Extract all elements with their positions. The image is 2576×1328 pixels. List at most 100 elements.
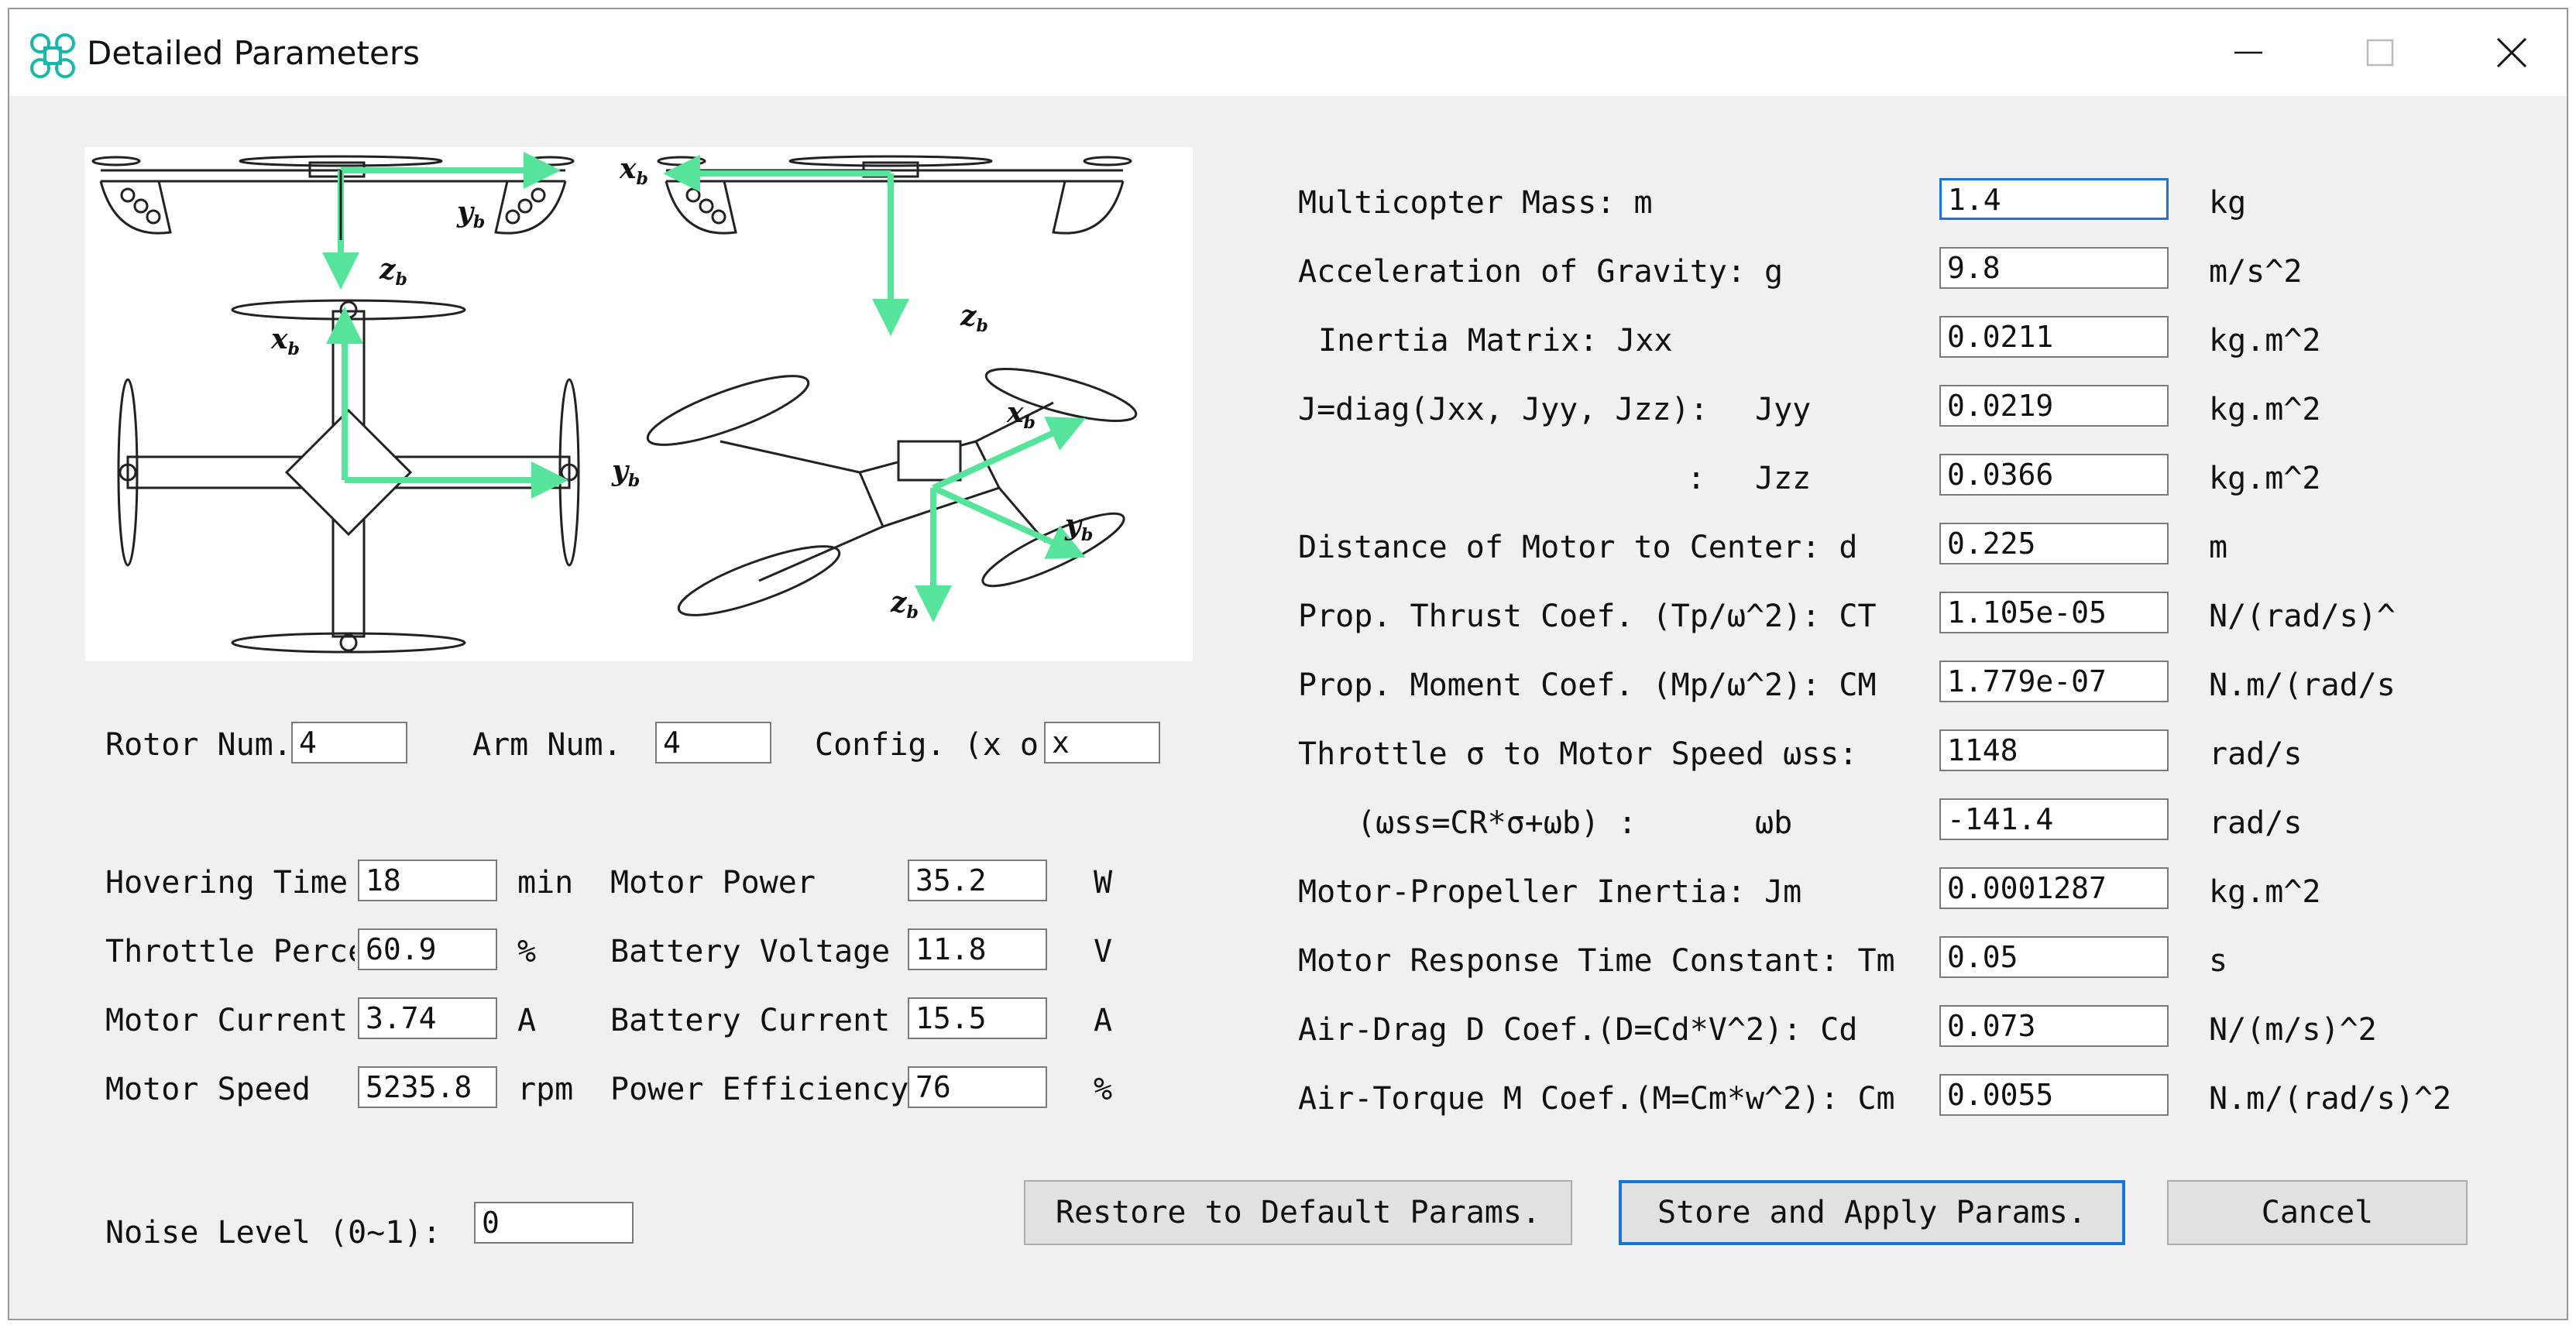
svg-text:zb: zb <box>379 253 407 290</box>
tm-input[interactable]: 0.05 <box>1939 936 2169 978</box>
title-bar: Detailed Parameters <box>9 9 2567 96</box>
window-title: Detailed Parameters <box>87 34 420 72</box>
jyy-unit: kg.m^2 <box>2209 392 2321 427</box>
cm-input[interactable]: 0.0055 <box>1939 1074 2169 1116</box>
throttle-percent-unit: % <box>517 934 537 969</box>
noise-level-input[interactable]: 0 <box>474 1202 634 1244</box>
thrust-coef-input[interactable]: 1.105e-05 <box>1939 592 2169 633</box>
svg-text:xb: xb <box>1006 396 1036 433</box>
jyy-label: Jyy <box>1755 392 1812 427</box>
store-apply-button[interactable]: Store and Apply Params. <box>1619 1180 2125 1245</box>
distance-unit: m <box>2209 530 2228 565</box>
minimize-button[interactable] <box>2183 9 2314 96</box>
close-icon <box>2496 37 2527 68</box>
gravity-unit: m/s^2 <box>2209 254 2303 290</box>
cancel-button[interactable]: Cancel <box>2167 1180 2468 1245</box>
config-input[interactable]: x <box>1044 722 1160 764</box>
quadcopter-axes-illustration: yb zb xb zb xb yb xb yb zb <box>91 152 1138 654</box>
motor-power-input[interactable]: 35.2 <box>908 860 1047 901</box>
hovering-time-input[interactable]: 18 <box>358 860 497 901</box>
moment-coef-input[interactable]: 1.779e-07 <box>1939 661 2169 702</box>
power-efficiency-unit: % <box>1094 1072 1113 1107</box>
close-button[interactable] <box>2446 9 2576 96</box>
app-icon <box>30 33 75 78</box>
gravity-label: Acceleration of Gravity: g <box>1298 254 1784 290</box>
omega-b-formula-label: (ωss=CR*σ+ωb) : <box>1357 805 1637 841</box>
throttle-percent-input[interactable]: 60.9 <box>358 928 497 970</box>
battery-voltage-unit: V <box>1094 934 1113 969</box>
omega-b-label: ωb <box>1755 805 1793 841</box>
jm-input[interactable]: 0.0001287 <box>1939 867 2169 909</box>
cd-label: Air-Drag D Coef.(D=Cd*V^2): Cd <box>1298 1012 1858 1048</box>
hovering-time-label: Hovering Time <box>105 865 349 901</box>
jzz-label: Jzz <box>1755 461 1812 496</box>
battery-current-input[interactable]: 15.5 <box>908 997 1047 1039</box>
restore-defaults-button[interactable]: Restore to Default Params. <box>1024 1180 1572 1245</box>
jxx-label: Inertia Matrix: Jxx <box>1318 323 1673 359</box>
inertia-diag-label: J=diag(Jxx, Jyy, Jzz): <box>1298 392 1709 427</box>
battery-current-unit: A <box>1094 1003 1113 1038</box>
cd-unit: N/(m/s)^2 <box>2209 1012 2377 1048</box>
motor-current-unit: A <box>517 1003 537 1038</box>
jm-unit: kg.m^2 <box>2209 874 2321 910</box>
jyy-input[interactable]: 0.0219 <box>1939 385 2169 427</box>
multicopter-frame-diagram: yb zb xb zb xb yb xb yb zb <box>85 147 1193 661</box>
detailed-parameters-dialog: Detailed Parameters yb zb xb zb xb yb xb… <box>8 8 2568 1320</box>
distance-label: Distance of Motor to Center: d <box>1298 530 1858 565</box>
moment-coef-label: Prop. Moment Coef. (Mp/ω^2): CM <box>1298 667 1877 703</box>
cm-unit: N.m/(rad/s)^2 <box>2209 1081 2452 1117</box>
jzz-input[interactable]: 0.0366 <box>1939 454 2169 496</box>
tm-label: Motor Response Time Constant: Tm <box>1298 943 1895 979</box>
distance-input[interactable]: 0.225 <box>1939 523 2169 564</box>
mass-label: Multicopter Mass: m <box>1298 185 1653 221</box>
cm-label: Air-Torque M Coef.(M=Cm*w^2): Cm <box>1298 1081 1895 1117</box>
mass-input[interactable]: 1.4 <box>1939 178 2169 220</box>
svg-text:yb: yb <box>456 196 485 232</box>
thrust-coef-unit: N/(rad/s)^ <box>2209 599 2396 634</box>
config-label: Config. (x o <box>815 727 1039 763</box>
jzz-colon-label: : <box>1687 461 1706 496</box>
arm-num-label: Arm Num. <box>472 727 622 763</box>
hovering-time-unit: min <box>517 865 574 901</box>
maximize-button[interactable] <box>2314 9 2446 96</box>
svg-text:xb: xb <box>619 153 648 189</box>
power-efficiency-input[interactable]: 76 <box>908 1066 1047 1108</box>
rotor-num-label: Rotor Num. <box>105 727 292 763</box>
gravity-input[interactable]: 9.8 <box>1939 247 2169 289</box>
omega-b-input[interactable]: -141.4 <box>1939 798 2169 840</box>
maximize-icon <box>2366 39 2394 67</box>
svg-text:zb: zb <box>960 300 988 336</box>
moment-coef-unit: N.m/(rad/s <box>2209 667 2396 703</box>
cd-input[interactable]: 0.073 <box>1939 1005 2169 1047</box>
motor-speed-unit: rpm <box>517 1072 574 1107</box>
motor-current-input[interactable]: 3.74 <box>358 997 497 1039</box>
jzz-unit: kg.m^2 <box>2209 461 2321 496</box>
jm-label: Motor-Propeller Inertia: Jm <box>1298 874 1802 910</box>
rotor-num-input[interactable]: 4 <box>291 722 407 764</box>
throttle-speed-label: Throttle σ to Motor Speed ωss: <box>1298 736 1858 772</box>
throttle-speed-unit: rad/s <box>2209 736 2303 772</box>
throttle-percent-label: Throttle Perce <box>105 934 355 969</box>
motor-power-unit: W <box>1094 865 1113 901</box>
battery-current-label: Battery Current <box>610 1003 891 1038</box>
jxx-unit: kg.m^2 <box>2209 323 2321 359</box>
battery-voltage-label: Battery Voltage <box>610 934 891 969</box>
motor-speed-label: Motor Speed <box>105 1072 311 1107</box>
svg-text:yb: yb <box>611 455 640 491</box>
svg-text:xb: xb <box>270 323 300 359</box>
power-efficiency-label: Power Efficiency <box>610 1072 908 1107</box>
minimize-icon <box>2234 51 2262 54</box>
svg-text:yb: yb <box>1064 509 1093 545</box>
motor-power-label: Motor Power <box>610 865 816 901</box>
jxx-input[interactable]: 0.0211 <box>1939 316 2169 358</box>
noise-level-label: Noise Level (0~1): <box>105 1215 441 1251</box>
omega-b-unit: rad/s <box>2209 805 2303 841</box>
svg-text:zb: zb <box>890 586 919 623</box>
mass-unit: kg <box>2209 185 2247 221</box>
thrust-coef-label: Prop. Thrust Coef. (Tp/ω^2): CT <box>1298 599 1877 634</box>
motor-current-label: Motor Current <box>105 1003 349 1038</box>
motor-speed-input[interactable]: 5235.8 <box>358 1066 497 1108</box>
arm-num-input[interactable]: 4 <box>655 722 771 764</box>
throttle-speed-input[interactable]: 1148 <box>1939 729 2169 771</box>
battery-voltage-input[interactable]: 11.8 <box>908 928 1047 970</box>
